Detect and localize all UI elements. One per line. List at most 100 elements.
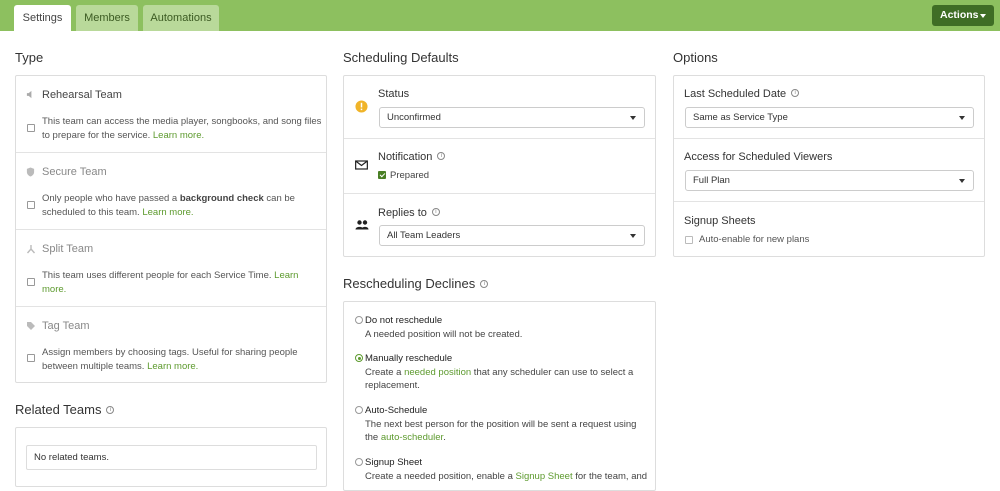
- access-label: Access for Scheduled Viewers: [684, 151, 833, 163]
- type-desc-split: This team uses different people for each…: [42, 269, 312, 296]
- status-label: Status: [378, 88, 410, 100]
- tag-icon: [27, 322, 35, 330]
- desc-pre: Create a: [365, 366, 405, 378]
- rescheduling-title: Rescheduling Declines: [343, 276, 476, 291]
- rehearsal-learn-more-link[interactable]: Learn more.: [153, 130, 204, 141]
- warning-icon: [355, 100, 368, 113]
- replies-select[interactable]: All Team Leaders: [379, 225, 645, 246]
- auto-scheduler-link[interactable]: auto-scheduler: [381, 432, 443, 443]
- info-icon[interactable]: i: [480, 280, 489, 288]
- option-do-not-reschedule: Do not reschedule A needed position will…: [365, 314, 645, 341]
- signup-sheet-link[interactable]: Signup Sheet: [516, 471, 573, 482]
- prepared-label: Prepared: [390, 170, 430, 181]
- divider: [16, 152, 326, 153]
- top-nav-bar: Settings Members Automations Actions: [0, 0, 1000, 31]
- info-icon[interactable]: i: [431, 208, 440, 216]
- option-title: Manually reschedule: [365, 353, 453, 364]
- secure-checkbox[interactable]: [27, 201, 35, 209]
- option-desc: A needed position will not be created.: [365, 328, 523, 340]
- last-scheduled-value: Same as Service Type: [693, 112, 788, 123]
- info-icon[interactable]: i: [791, 89, 800, 97]
- type-heading: Type: [15, 50, 44, 65]
- last-scheduled-label-text: Last Scheduled Date: [684, 88, 787, 100]
- replies-label: Replies to i: [378, 207, 440, 219]
- envelope-icon: [355, 160, 368, 170]
- tab-settings[interactable]: Settings: [14, 5, 71, 31]
- auto-enable-label: Auto-enable for new plans: [699, 234, 810, 245]
- actions-button[interactable]: Actions: [932, 5, 994, 26]
- options-heading: Options: [673, 50, 718, 65]
- type-desc-rehearsal: This team can access the media player, s…: [42, 115, 322, 142]
- option-title: Auto-Schedule: [365, 405, 428, 416]
- secure-learn-more-link[interactable]: Learn more.: [142, 207, 193, 218]
- option-manually-reschedule: Manually reschedule Create a needed posi…: [365, 352, 645, 393]
- access-value: Full Plan: [693, 175, 730, 186]
- chevron-down-icon: [959, 116, 965, 120]
- split-checkbox[interactable]: [27, 278, 35, 286]
- tag-checkbox[interactable]: [27, 354, 35, 362]
- access-select[interactable]: Full Plan: [685, 170, 974, 191]
- type-desc-tag: Assign members by choosing tags. Useful …: [42, 346, 317, 373]
- options-panel: Last Scheduled Date i Same as Service Typ…: [673, 75, 985, 257]
- option-desc: The next best person for the position wi…: [365, 418, 645, 445]
- type-panel: Rehearsal Team This team can access the …: [15, 75, 327, 383]
- rescheduling-heading: Rescheduling Declines i: [343, 276, 489, 291]
- speaker-icon: [26, 90, 32, 99]
- desc-pre: Create a needed position, enable a: [365, 470, 516, 482]
- info-icon[interactable]: i: [437, 152, 446, 160]
- notification-label-text: Notification: [378, 151, 433, 163]
- scheduling-defaults-panel: Status Unconfirmed Notification i Prepare…: [343, 75, 656, 257]
- related-teams-title: Related Teams: [15, 402, 102, 417]
- chevron-down-icon: [630, 234, 636, 238]
- option-desc: Create a needed position, enable a Signu…: [365, 470, 650, 484]
- signup-sheets-label: Signup Sheets: [684, 215, 756, 227]
- divider: [344, 138, 655, 139]
- option-auto-schedule: Auto-Schedule The next best person for t…: [365, 404, 645, 445]
- desc-post: .: [443, 432, 446, 443]
- option-title: Signup Sheet: [365, 457, 423, 468]
- rehearsal-checkbox[interactable]: [27, 124, 35, 132]
- type-title-rehearsal: Rehearsal Team: [42, 89, 122, 101]
- notification-label: Notification i: [378, 151, 446, 163]
- divider: [674, 201, 984, 202]
- radio-do-not-reschedule[interactable]: [355, 316, 363, 324]
- replies-label-text: Replies to: [378, 207, 427, 219]
- radio-signup-sheet[interactable]: [355, 458, 363, 466]
- related-teams-empty: No related teams.: [26, 445, 317, 470]
- actions-label: Actions: [940, 9, 979, 21]
- prepared-checkbox[interactable]: Prepared: [378, 170, 429, 181]
- status-select[interactable]: Unconfirmed: [379, 107, 645, 128]
- divider: [16, 306, 326, 307]
- option-desc: Create a needed position that any schedu…: [365, 366, 645, 393]
- split-desc-text: This team uses different people for each…: [42, 270, 272, 281]
- last-scheduled-label: Last Scheduled Date i: [684, 88, 800, 100]
- radio-manually-reschedule[interactable]: [355, 354, 363, 362]
- type-title-split: Split Team: [42, 243, 94, 255]
- divider: [344, 193, 655, 194]
- auto-enable-checkbox[interactable]: [685, 236, 693, 244]
- people-icon: [355, 220, 369, 230]
- divider: [16, 229, 326, 230]
- split-icon: [26, 245, 36, 254]
- needed-position-link[interactable]: needed position: [404, 367, 471, 378]
- radio-auto-schedule[interactable]: [355, 406, 363, 414]
- related-teams-panel: No related teams.: [15, 427, 327, 487]
- type-desc-secure: Only people who have passed a background…: [42, 192, 317, 219]
- divider: [674, 138, 984, 139]
- desc-post: for the team, and: [572, 470, 648, 482]
- scheduling-defaults-heading: Scheduling Defaults: [343, 50, 459, 65]
- tab-members[interactable]: Members: [76, 5, 138, 31]
- tag-learn-more-link[interactable]: Learn more.: [147, 361, 198, 372]
- chevron-down-icon: [980, 14, 986, 18]
- checkbox-checked-icon: [378, 171, 386, 179]
- type-title-tag: Tag Team: [42, 320, 90, 332]
- tab-automations[interactable]: Automations: [143, 5, 219, 31]
- type-title-secure: Secure Team: [42, 166, 107, 178]
- info-icon[interactable]: i: [106, 406, 115, 414]
- shield-icon: [26, 167, 35, 177]
- secure-desc-bold: background check: [179, 193, 264, 204]
- last-scheduled-select[interactable]: Same as Service Type: [685, 107, 974, 128]
- chevron-down-icon: [630, 116, 636, 120]
- rescheduling-panel: Do not reschedule A needed position will…: [343, 301, 656, 491]
- chevron-down-icon: [959, 179, 965, 183]
